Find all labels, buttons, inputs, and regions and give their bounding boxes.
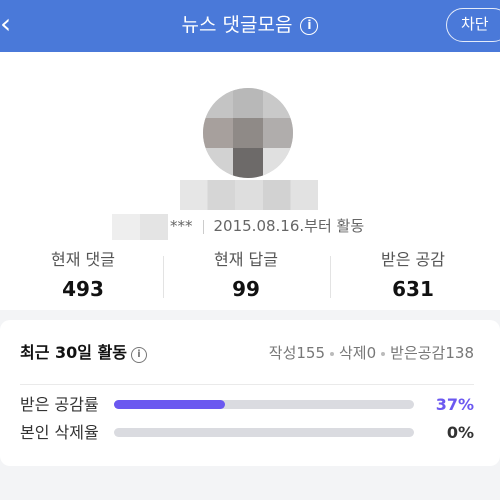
stat-value: 99 [232, 277, 260, 301]
stat-value: 493 [62, 277, 104, 301]
profile-meta: *** 2015.08.16.부터 활동 [112, 212, 364, 240]
activity-since: 2015.08.16.부터 활동 [213, 217, 365, 235]
avatar [203, 88, 293, 178]
stat-label: 현재 댓글 [51, 250, 115, 269]
nickname-blurred [180, 180, 318, 210]
recent-activity-title-text: 최근 30일 활동 [20, 343, 128, 362]
rate-value: 37% [435, 395, 474, 414]
stat-label: 현재 답글 [214, 250, 278, 269]
like-rate-bar-fill [114, 400, 225, 409]
delete-rate-row: 본인 삭제율 0% [20, 421, 474, 445]
summary-deleted: 삭제0 [339, 344, 377, 362]
stat-current-comments[interactable]: 현재 댓글 493 [0, 248, 166, 304]
rate-value: 0% [446, 423, 474, 442]
recent-activity-card: 최근 30일 활동 i 작성155 삭제0 받은공감138 받은 공감률 37% 본인… [0, 320, 500, 466]
rate-label: 본인 삭제율 [20, 423, 99, 442]
stat-value: 631 [392, 277, 434, 301]
card-divider [20, 384, 474, 385]
rate-label: 받은 공감률 [20, 395, 99, 414]
info-icon[interactable]: i [131, 347, 148, 363]
info-icon[interactable]: i [300, 17, 319, 35]
stats-row: 현재 댓글 493 현재 답글 99 받은 공감 631 [0, 248, 500, 308]
delete-rate-bar-track [114, 428, 414, 437]
stat-received-likes[interactable]: 받은 공감 631 [330, 248, 496, 304]
recent-activity-summary: 작성155 삭제0 받은공감138 [269, 342, 474, 364]
separator-dot [330, 351, 334, 356]
header-title-group: 뉴스 댓글모음 i [0, 12, 500, 38]
like-rate-bar-track [114, 400, 414, 409]
app-header: ‹ 뉴스 댓글모음 i 차단 [0, 0, 500, 52]
stat-current-replies[interactable]: 현재 답글 99 [163, 248, 329, 304]
page-title: 뉴스 댓글모음 [181, 14, 293, 36]
user-id-masked: *** [170, 217, 193, 235]
meta-divider [202, 219, 204, 234]
like-rate-row: 받은 공감률 37% [20, 393, 474, 417]
summary-written: 작성155 [268, 344, 325, 362]
user-id-blurred [112, 213, 168, 240]
avatar-mosaic [203, 88, 293, 178]
stat-label: 받은 공감 [381, 250, 445, 269]
profile-section: *** 2015.08.16.부터 활동 현재 댓글 493 현재 답글 99 받… [0, 52, 500, 310]
block-button[interactable]: 차단 [446, 8, 500, 42]
summary-likes: 받은공감138 [390, 344, 474, 362]
recent-activity-title: 최근 30일 활동 i [20, 342, 148, 364]
separator-dot [381, 351, 386, 356]
